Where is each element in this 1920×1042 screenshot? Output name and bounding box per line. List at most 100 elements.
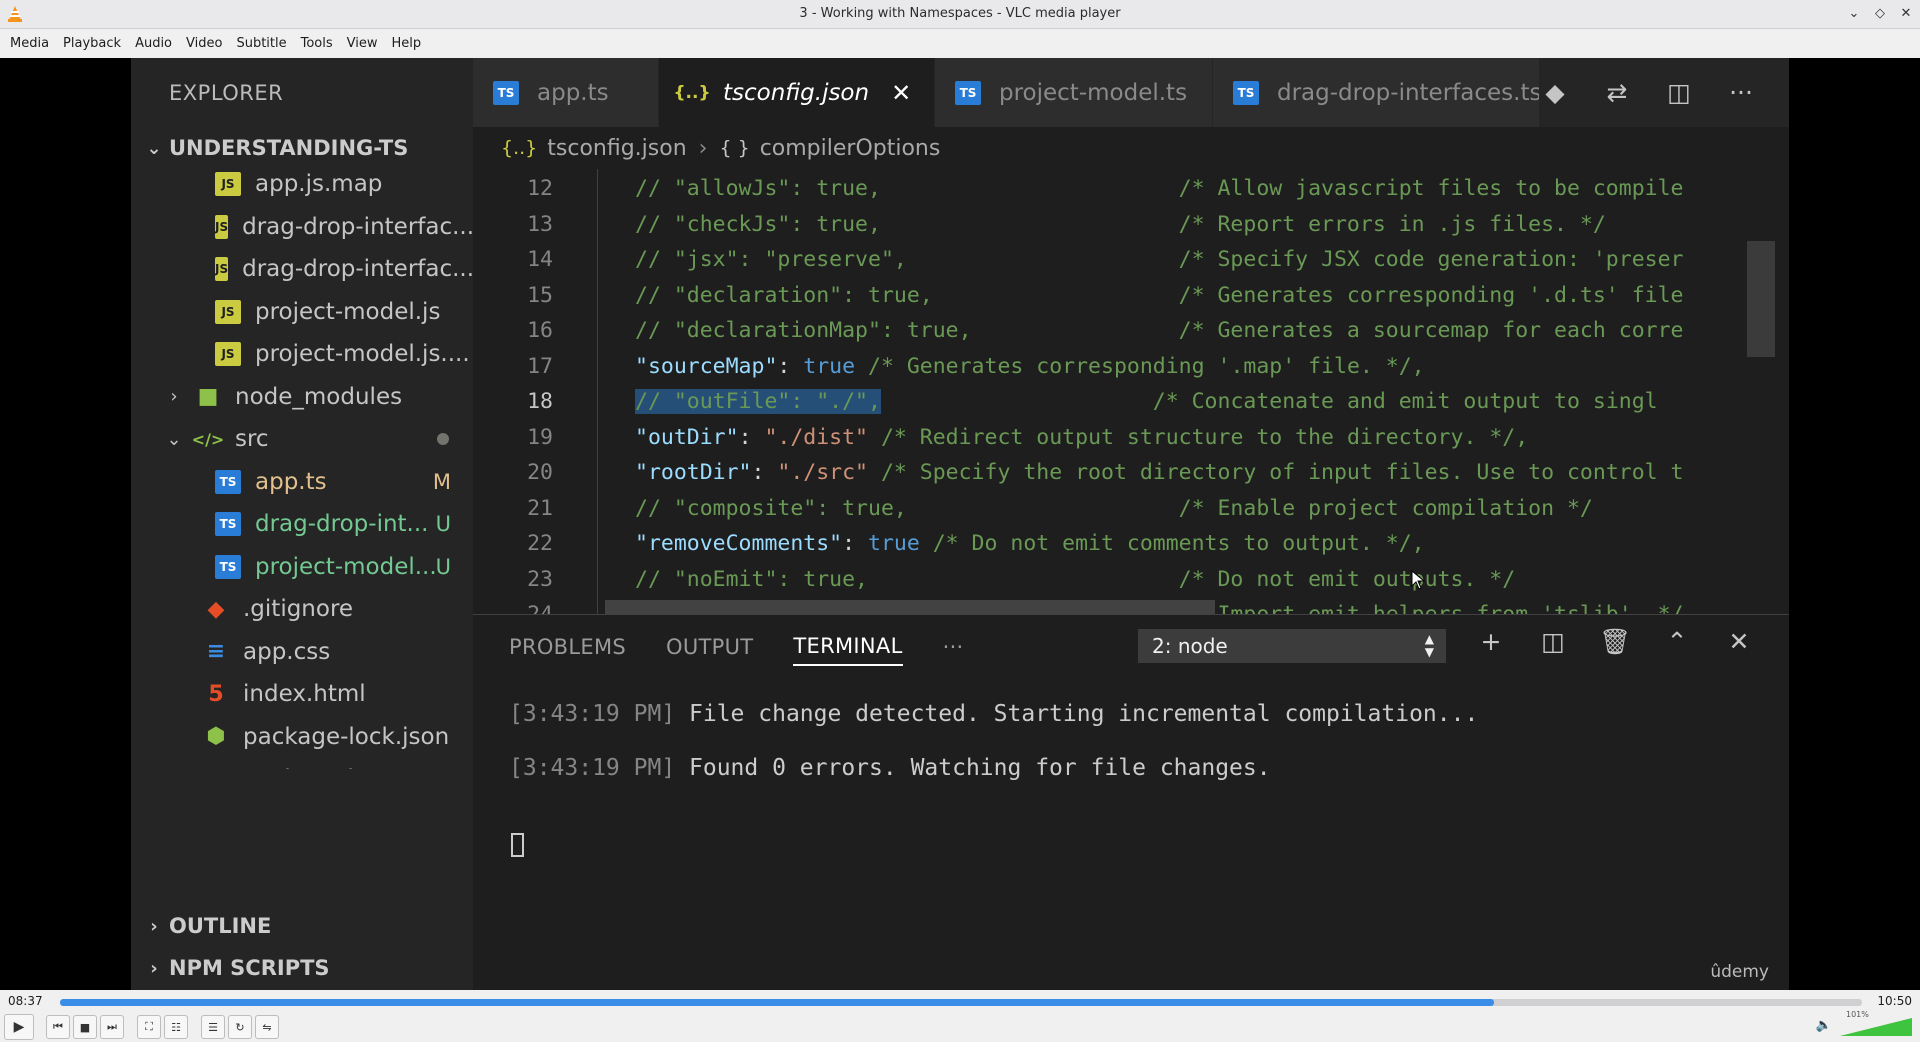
npm-scripts-label: NPM SCRIPTS xyxy=(169,956,330,980)
playlist-button[interactable]: ☰ xyxy=(201,1015,225,1039)
chevron-right-icon: › xyxy=(698,135,708,161)
previous-button[interactable]: ⏮ xyxy=(46,1015,70,1039)
tree-item: TS drag-drop-int... U xyxy=(131,503,473,545)
tree-item-label: app.css xyxy=(243,638,331,665)
folder-icon: ■ xyxy=(197,384,219,409)
selected-text: // "outFile": "./", xyxy=(635,389,881,414)
object-icon: { } xyxy=(719,137,750,159)
tree-item-label: app.ts xyxy=(255,468,327,495)
tree-item-label: .gitignore xyxy=(243,596,354,622)
tree-item: TS app.ts M xyxy=(131,461,473,503)
terminal-timestamp: [3:43:19 PM] xyxy=(509,701,676,727)
tree-item-label: node_modules xyxy=(235,383,403,410)
javascript-file-icon: JS xyxy=(215,257,229,281)
loop-button[interactable]: ↻ xyxy=(228,1015,252,1039)
tree-item: ⌄ </> src xyxy=(131,418,473,460)
typescript-file-icon: TS xyxy=(215,469,241,494)
maximize-panel-icon: ⌃ xyxy=(1666,627,1688,656)
breadcrumb-symbol: compilerOptions xyxy=(759,135,941,161)
menu-audio[interactable]: Audio xyxy=(129,36,180,51)
player-controls: 08:37 10:50 ▶ ⏮ ■ ⏭ ⛶ ☷ ☰ ↻ ⇋ 🔈 101% xyxy=(0,990,1920,1042)
code-token: /* Generates corresponding '.map' file. … xyxy=(855,353,1425,379)
next-button[interactable]: ⏭ xyxy=(100,1015,124,1039)
npm-scripts-section: › NPM SCRIPTS xyxy=(131,947,473,989)
code-token: : xyxy=(777,353,804,379)
javascript-file-icon: JS xyxy=(215,299,241,324)
chevron-right-icon: › xyxy=(150,915,158,937)
extended-settings-button[interactable]: ☷ xyxy=(164,1015,188,1039)
menu-view[interactable]: View xyxy=(341,36,386,51)
code-line: 20 "rootDir": "./src" /* Specify the root… xyxy=(473,455,1789,490)
menu-tools[interactable]: Tools xyxy=(295,36,341,51)
tree-item-label: drag-drop-interfac... xyxy=(242,256,473,282)
code-text: // "declaration": true, /* Generates cor… xyxy=(635,282,1684,308)
code-token: /* Do not emit comments to output. */, xyxy=(919,531,1425,556)
terminal-select: 2: node ▲ ▼ xyxy=(1138,629,1446,663)
line-number: 23 xyxy=(527,566,553,592)
code-token: "sourceMap" xyxy=(635,353,778,379)
restore-icon[interactable]: ◇ xyxy=(1872,5,1888,21)
tree-item-label: drag-drop-interfac... xyxy=(242,213,473,240)
npm-file-icon: ⬢ xyxy=(206,724,226,749)
terminal-line: [3:43:19 PM] File change detected. Start… xyxy=(509,687,1478,741)
split-editor-icon: ◫ xyxy=(1667,78,1691,107)
line-number: 12 xyxy=(527,176,553,201)
npm-file-icon: ⬢ xyxy=(203,767,229,770)
seek-bar[interactable] xyxy=(60,999,1862,1006)
shuffle-button[interactable]: ⇋ xyxy=(255,1015,279,1039)
javascript-file-icon: JS xyxy=(215,172,241,196)
volume-slider[interactable]: 101% xyxy=(1840,1010,1912,1036)
tab-label: drag-drop-interfaces.ts xyxy=(1277,79,1542,106)
menu-video[interactable]: Video xyxy=(180,36,230,51)
typescript-file-icon: TS xyxy=(1233,80,1259,105)
add-terminal-icon: + xyxy=(1480,627,1502,656)
menu-media[interactable]: Media xyxy=(4,36,57,51)
tree-item-label: app.js.map xyxy=(255,171,383,197)
line-number: 20 xyxy=(527,460,553,485)
tree-item: JS drag-drop-interfac... xyxy=(131,206,473,248)
fullscreen-button[interactable]: ⛶ xyxy=(137,1015,161,1039)
play-button[interactable]: ▶ xyxy=(4,1014,34,1040)
menu-playback[interactable]: Playback xyxy=(57,36,129,51)
close-icon[interactable]: ✕ xyxy=(1898,5,1914,21)
menu-help[interactable]: Help xyxy=(386,36,430,51)
menu-bar: Media Playback Audio Video Subtitle Tool… xyxy=(0,29,1920,58)
line-number: 16 xyxy=(527,318,553,343)
panel-tab-problems: PROBLEMS xyxy=(509,635,627,659)
git-status-badge: U xyxy=(435,512,451,536)
tree-item: JS app.js.map xyxy=(131,169,473,205)
seek-progress xyxy=(60,999,1495,1006)
tree-item: ⬢ package.json xyxy=(131,758,473,769)
git-status-badge: U xyxy=(435,554,451,579)
select-arrows-icon: ▲ ▼ xyxy=(1424,632,1434,659)
line-number: 13 xyxy=(527,211,553,237)
panel-tab-output: OUTPUT xyxy=(666,635,754,659)
tree-item: ≡ app.css xyxy=(131,631,473,673)
split-terminal-icon: ◫ xyxy=(1541,627,1565,656)
terminal-text: File change detected. Starting increment… xyxy=(675,701,1479,727)
minimize-icon[interactable]: ⌄ xyxy=(1846,5,1862,21)
code-line: 15 // "declaration": true, /* Generates c… xyxy=(473,278,1789,313)
code-line: 16 // "declarationMap": true, /* Generate… xyxy=(473,313,1789,348)
volume-control: 🔈 101% xyxy=(1816,1010,1912,1036)
chevron-down-icon: ⌄ xyxy=(166,428,182,450)
code-line: 22 "removeComments": true /* Do not emit … xyxy=(473,526,1789,561)
video-area[interactable]: EXPLORER ⌄ UNDERSTANDING-TS JS app.js.map… xyxy=(0,58,1920,990)
total-time[interactable]: 10:50 xyxy=(1877,994,1912,1008)
udemy-watermark: ûdemy xyxy=(1710,962,1769,982)
tree-item-label: package-lock.json xyxy=(243,723,450,750)
code-line: 17 "sourceMap": true /* Generates corresp… xyxy=(473,349,1789,384)
tree-item-label: package.json xyxy=(243,766,394,769)
project-title: UNDERSTANDING-TS xyxy=(169,136,409,160)
code-text: "rootDir": "./src" /* Specify the root d… xyxy=(635,460,1683,485)
menu-subtitle[interactable]: Subtitle xyxy=(230,36,294,51)
git-icon: ◆ xyxy=(1545,78,1565,107)
typescript-file-icon: TS xyxy=(215,554,241,579)
project-section-header: ⌄ UNDERSTANDING-TS xyxy=(131,127,473,169)
code-line: 14 // "jsx": "preserve", /* Specify JSX c… xyxy=(473,242,1789,277)
line-number: 14 xyxy=(527,247,553,272)
chevron-down-icon: ⌄ xyxy=(146,137,162,159)
speaker-icon[interactable]: 🔈 xyxy=(1816,1018,1832,1033)
stop-button[interactable]: ■ xyxy=(73,1015,97,1039)
code-token: : xyxy=(738,424,765,450)
